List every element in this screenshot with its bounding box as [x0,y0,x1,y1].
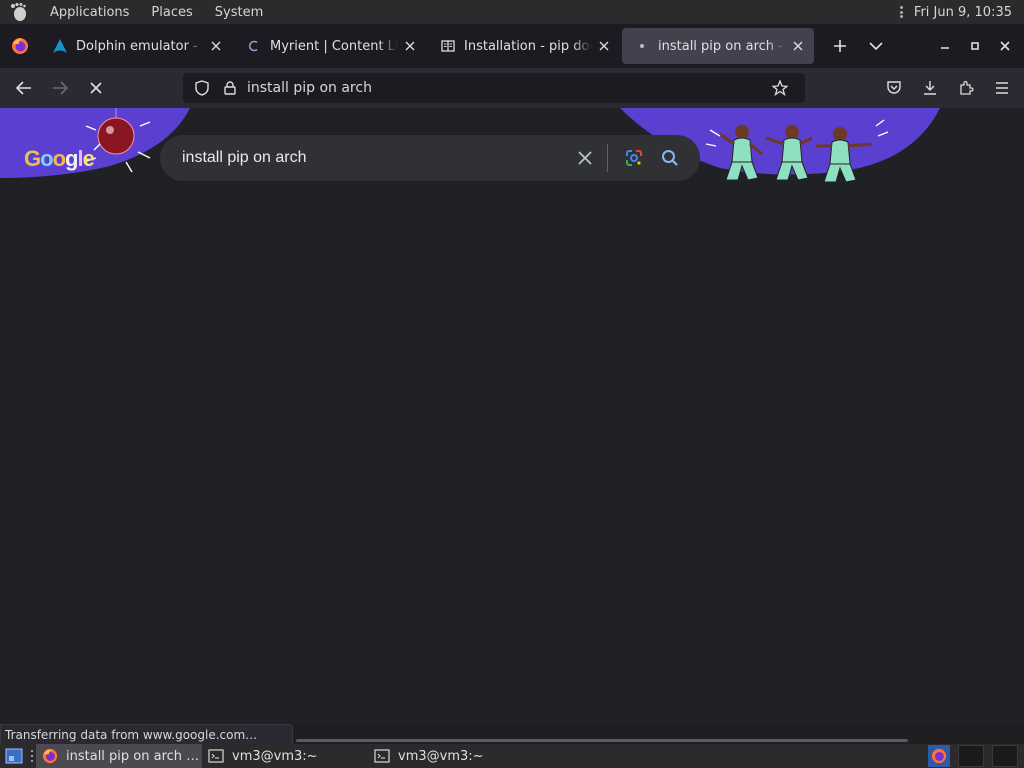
terminal-icon [374,748,390,764]
tab-title: Installation - pip documentation [464,38,592,54]
web-page: Google install pip on arch [0,108,1024,724]
status-panel: Transferring data from www.google.com… [0,724,293,744]
top-panel: Applications Places System Fri Jun 9, 10… [0,0,1024,24]
menu-applications[interactable]: Applications [50,5,129,20]
menu-system[interactable]: System [215,5,263,20]
search-button[interactable] [654,142,686,174]
search-icon [662,150,678,166]
tab-strip: Dolphin emulator - ArchWiki Myrient | Co… [0,24,1024,68]
close-icon[interactable] [208,38,224,54]
pocket-button[interactable] [876,72,912,104]
window-controls [930,31,1024,61]
puzzle-icon [960,80,974,95]
dancers-illustration [705,119,889,183]
google-doodle-logo[interactable]: Google [24,146,95,172]
panel-menu-bar: Applications Places System [0,2,263,22]
panel-handle-icon [899,6,904,18]
app-menu-button[interactable] [984,72,1020,104]
tab-google-search[interactable]: install pip on arch - Google Search [622,28,814,64]
status-text: Transferring data from www.google.com… [5,727,258,742]
loading-dot-icon [634,38,650,54]
url-bar[interactable]: install pip on arch [183,73,805,103]
extensions-button[interactable] [948,72,984,104]
tracking-shield-icon[interactable] [191,77,213,99]
divider [607,144,608,172]
book-icon [440,38,456,54]
bottom-taskbar: install pip on arch … vm3@vm3:~ vm3@vm3:… [0,744,1024,768]
show-desktop-button[interactable] [0,744,28,768]
firefox-view-icon[interactable] [0,24,40,68]
arrow-left-icon [16,81,31,95]
maximize-button[interactable] [960,31,990,61]
search-query[interactable]: install pip on arch [182,149,565,167]
task-terminal-1[interactable]: vm3@vm3:~ [202,744,368,768]
plus-icon [834,40,846,52]
tab-myrient[interactable]: Myrient | Content Listing [234,28,426,64]
myrient-icon [246,38,262,54]
gnome-foot-icon[interactable] [8,2,28,22]
lock-icon[interactable] [219,77,241,99]
arch-icon [52,38,68,54]
bookmark-star-icon[interactable] [769,77,791,99]
new-tab-button[interactable] [822,28,858,64]
clock[interactable]: Fri Jun 9, 10:35 [914,5,1012,20]
stop-button[interactable] [78,72,114,104]
menu-places[interactable]: Places [151,5,192,20]
list-all-tabs-button[interactable] [858,28,894,64]
lens-camera-icon [626,150,642,166]
task-firefox[interactable]: install pip on arch … [36,744,202,768]
hamburger-icon [996,82,1008,94]
system-tray [928,745,1024,767]
terminal-icon [208,748,224,764]
taskbar-grip-icon [28,748,36,764]
downloads-button[interactable] [912,72,948,104]
workspace-switcher-2[interactable] [992,745,1018,767]
close-icon [578,151,592,165]
minimize-button[interactable] [930,31,960,61]
back-button[interactable] [6,72,42,104]
chevron-down-icon [869,42,883,51]
google-lens-button[interactable] [618,142,650,174]
clear-search-button[interactable] [569,142,601,174]
horizontal-scrollbar[interactable] [296,739,908,742]
forward-button[interactable] [42,72,78,104]
tab-title: Dolphin emulator - ArchWiki [76,38,204,54]
pocket-icon [887,81,901,94]
task-label: install pip on arch … [66,748,200,764]
url-text[interactable]: install pip on arch [247,80,769,96]
arrow-right-icon [53,81,68,95]
tab-title: Myrient | Content Listing [270,38,398,54]
google-search-box[interactable]: install pip on arch [160,135,700,181]
navigation-toolbar: install pip on arch [0,68,1024,108]
close-icon[interactable] [596,38,612,54]
task-label: vm3@vm3:~ [232,748,318,764]
desktop-icon [5,748,23,764]
task-terminal-2[interactable]: vm3@vm3:~ [368,744,534,768]
download-icon [924,81,936,95]
firefox-launcher-icon[interactable] [928,745,950,767]
task-label: vm3@vm3:~ [398,748,484,764]
tab-pip-installation[interactable]: Installation - pip documentation [428,28,620,64]
close-icon[interactable] [402,38,418,54]
firefox-icon [42,748,58,764]
tab-dolphin-emulator[interactable]: Dolphin emulator - ArchWiki [40,28,232,64]
close-icon[interactable] [790,38,806,54]
workspace-switcher-1[interactable] [958,745,984,767]
stop-x-icon [90,82,102,94]
tab-title: install pip on arch - Google Search [658,38,786,54]
close-window-button[interactable] [990,31,1020,61]
